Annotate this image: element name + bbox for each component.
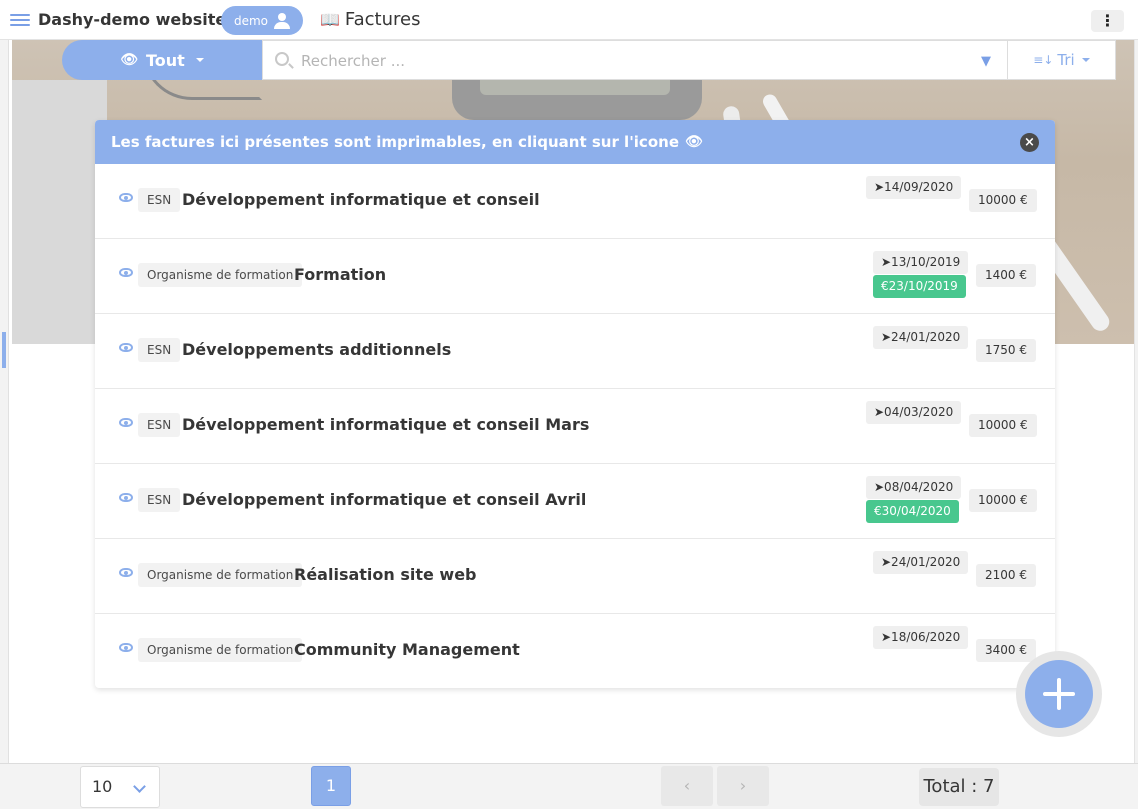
invoice-list-card: Les factures ici présentes sont imprimab…: [95, 120, 1055, 688]
invoice-title[interactable]: Développement informatique et conseil Ma…: [182, 415, 589, 434]
background-notepad: [12, 80, 107, 344]
invoice-row[interactable]: ESN Développement informatique et consei…: [95, 464, 1055, 539]
caret-down-icon: [1081, 58, 1090, 62]
category-tag: Organisme de formation: [138, 263, 303, 287]
sidebar-scroll-marker: [2, 332, 6, 368]
sent-date-badge: ➤13/10/2019: [873, 251, 969, 274]
total-count: Total : 7: [919, 768, 999, 806]
app-title: Dashy-demo website: [38, 10, 227, 29]
paid-date-badge: €30/04/2020: [866, 500, 959, 523]
invoice-title[interactable]: Formation: [294, 265, 386, 284]
invoice-title[interactable]: Développement informatique et conseil: [182, 190, 540, 209]
caret-down-icon: [195, 58, 204, 62]
sent-date-badge: ➤18/06/2020: [873, 626, 969, 649]
amount-badge: 1400 €: [976, 264, 1036, 287]
invoice-row[interactable]: Organisme de formation Community Managem…: [95, 614, 1055, 689]
amount-badge: 10000 €: [969, 489, 1037, 512]
invoice-title[interactable]: Développement informatique et conseil Av…: [182, 490, 586, 509]
user-button[interactable]: demo: [221, 6, 303, 35]
sent-date-badge: ➤08/04/2020: [866, 476, 962, 499]
amount-badge: 10000 €: [969, 414, 1037, 437]
invoice-row[interactable]: Organisme de formation Réalisation site …: [95, 539, 1055, 614]
category-tag: ESN: [138, 413, 181, 437]
invoice-row[interactable]: Organisme de formation Formation ➤13/10/…: [95, 239, 1055, 314]
search-box: ▼: [262, 40, 1008, 80]
filter-icon[interactable]: ▼: [981, 54, 997, 70]
user-icon: [274, 12, 291, 29]
amount-badge: 1750 €: [976, 339, 1036, 362]
sent-date-badge: ➤04/03/2020: [866, 401, 962, 424]
amount-badge: 3400 €: [976, 639, 1036, 662]
category-tag: ESN: [138, 488, 181, 512]
invoice-row[interactable]: ESN Développement informatique et consei…: [95, 164, 1055, 239]
kebab-icon: ⋮: [1099, 11, 1116, 30]
chevron-right-icon: ›: [739, 776, 747, 795]
sort-label: Tri: [1057, 51, 1075, 69]
amount-badge: 10000 €: [969, 189, 1037, 212]
add-invoice-button[interactable]: [1025, 660, 1093, 728]
eye-icon: 👁: [120, 52, 138, 68]
category-tag: Organisme de formation: [138, 638, 303, 662]
category-tag: ESN: [138, 338, 181, 362]
view-filter-label: Tout: [145, 50, 185, 70]
notice-text: Les factures ici présentes sont imprimab…: [111, 133, 679, 151]
eye-icon[interactable]: [119, 268, 133, 277]
left-sidebar-edge: [0, 40, 9, 764]
search-input[interactable]: [301, 49, 961, 73]
view-filter-dropdown[interactable]: 👁 Tout: [62, 40, 262, 80]
page-title: 📖 Factures: [320, 9, 420, 30]
top-bar: Dashy-demo website demo 📖 Factures ⋮: [0, 0, 1138, 40]
next-page-button[interactable]: ›: [717, 766, 769, 806]
invoice-title[interactable]: Réalisation site web: [294, 565, 477, 584]
amount-badge: 2100 €: [976, 564, 1036, 587]
category-tag: Organisme de formation: [138, 563, 303, 587]
sent-date-badge: ➤14/09/2020: [866, 176, 962, 199]
sent-date-badge: ➤24/01/2020: [873, 326, 969, 349]
user-name: demo: [233, 13, 269, 28]
eye-icon[interactable]: [119, 418, 133, 427]
sort-dropdown[interactable]: ≡↓ Tri: [1008, 40, 1116, 80]
filter-bar: 👁 Tout ▼ ≡↓ Tri: [62, 40, 1116, 80]
category-tag: ESN: [138, 188, 181, 212]
search-icon: [275, 52, 289, 66]
paid-date-badge: €23/10/2019: [873, 275, 966, 298]
eye-icon[interactable]: [119, 493, 133, 502]
eye-icon[interactable]: [119, 193, 133, 202]
hamburger-icon[interactable]: [10, 11, 30, 29]
sent-date-badge: ➤24/01/2020: [873, 551, 969, 574]
page-size-select[interactable]: 10: [80, 766, 160, 808]
page-1-button[interactable]: 1: [311, 766, 351, 806]
book-icon: 📖: [320, 10, 340, 29]
invoice-row[interactable]: ESN Développement informatique et consei…: [95, 389, 1055, 464]
page-size-value: 10: [92, 777, 113, 796]
eye-icon: 👁: [685, 134, 703, 150]
eye-icon[interactable]: [119, 343, 133, 352]
eye-icon[interactable]: [119, 643, 133, 652]
pagination-bar: 10 1 ‹ › Total : 7: [0, 763, 1138, 809]
eye-icon[interactable]: [119, 568, 133, 577]
previous-page-button[interactable]: ‹: [661, 766, 713, 806]
more-options-button[interactable]: ⋮: [1091, 10, 1124, 32]
invoice-row[interactable]: ESN Développements additionnels ➤24/01/2…: [95, 314, 1055, 389]
invoice-title[interactable]: Community Management: [294, 640, 520, 659]
close-icon[interactable]: ×: [1020, 133, 1039, 152]
invoice-title[interactable]: Développements additionnels: [182, 340, 451, 359]
chevron-down-icon: [133, 780, 146, 793]
chevron-left-icon: ‹: [683, 776, 691, 795]
page-title-text: Factures: [344, 9, 421, 30]
sort-icon: ≡↓: [1033, 53, 1054, 67]
scrollbar[interactable]: [1134, 40, 1138, 809]
info-notice: Les factures ici présentes sont imprimab…: [95, 120, 1055, 164]
